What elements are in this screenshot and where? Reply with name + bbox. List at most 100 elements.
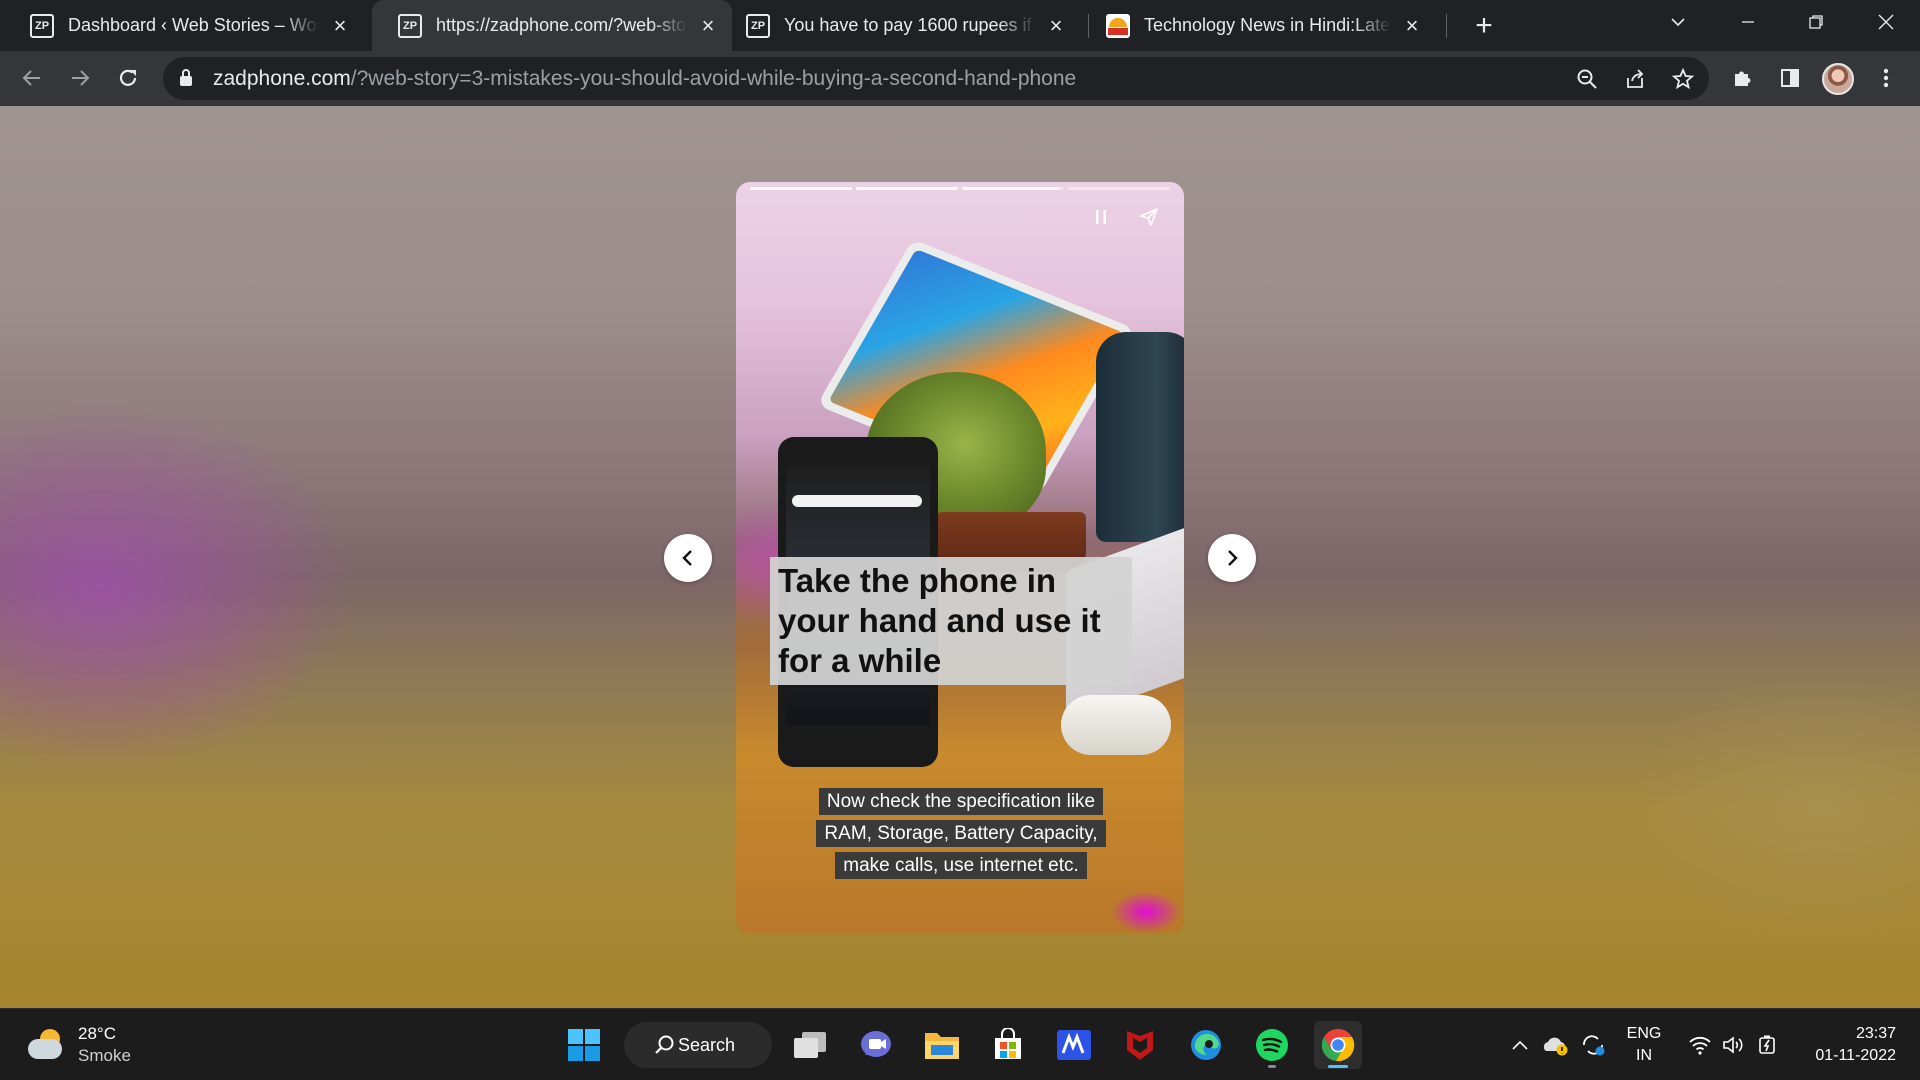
url-path: /?web-story=3-mistakes-you-should-avoid-… [350,67,1077,90]
spotify-button[interactable] [1248,1021,1296,1069]
address-bar[interactable]: zadphone.com/?web-story=3-mistakes-you-s… [163,57,1709,100]
chrome-button[interactable] [1314,1021,1362,1069]
file-explorer-button[interactable] [918,1021,966,1069]
new-tab-button[interactable]: + [1466,8,1502,44]
extensions-button[interactable] [1724,60,1760,96]
reload-icon [119,69,137,86]
chevron-down-icon [1671,18,1685,27]
chevron-up-icon [1512,1040,1528,1050]
task-view-button[interactable] [786,1021,834,1069]
chrome-icon [1321,1028,1355,1062]
bookmark-button[interactable] [1665,61,1701,97]
spotify-icon [1256,1029,1288,1061]
weather-widget[interactable]: 28°C Smoke [26,1023,131,1067]
minimize-icon [1742,21,1754,23]
side-panel-button[interactable] [1772,60,1808,96]
weather-temperature: 28°C [78,1024,116,1043]
subtext-line: Now check the specification like [818,788,1104,815]
progress-segment [962,187,1064,190]
wifi-icon [1689,1036,1711,1055]
battery-charging-icon [1759,1035,1775,1054]
taskbar: 28°C Smoke Search ENG IN 23:37 01-11-202… [0,1008,1920,1080]
onedrive-button[interactable] [1540,1031,1570,1059]
progress-segment [750,187,852,190]
previous-page-button[interactable] [664,534,712,582]
tab-pay-rupees[interactable]: ZP You have to pay 1600 rupees if you × [720,0,1080,51]
microsoft-store-button[interactable] [984,1021,1032,1069]
zadphone-favicon-icon: ZP [30,13,54,38]
tab-web-story[interactable]: ZP https://zadphone.com/?web-story=3-mis… [372,0,732,51]
tab-separator [1446,14,1447,38]
minimize-button[interactable] [1720,0,1776,44]
zadphone-favicon-icon: ZP [398,13,422,38]
pause-button[interactable] [1084,200,1118,234]
more-vertical-icon [1883,68,1889,88]
tab-technology-news[interactable]: Technology News in Hindi:Latest Tech × [1080,0,1436,51]
news-favicon-icon [1106,13,1130,38]
tab-title: https://zadphone.com/?web-story=3-mistak… [436,15,688,35]
story-heading: Take the phone in your hand and use it f… [770,557,1132,685]
region-code: IN [1636,1047,1652,1064]
story-subtext: Now check the specification like RAM, St… [796,786,1126,882]
system-clock[interactable]: 23:37 01-11-2022 [1800,1023,1896,1067]
teams-chat-button[interactable] [852,1021,900,1069]
share-story-button[interactable] [1132,200,1166,234]
close-tab-icon[interactable]: × [1402,13,1422,38]
tab-strip: ZP Dashboard ‹ Web Stories – WordPress ×… [0,0,1920,51]
pause-icon [1096,210,1106,224]
mcafee-button[interactable] [1116,1021,1164,1069]
app-m-button[interactable] [1050,1021,1098,1069]
star-icon [1672,68,1694,90]
url-host: zadphone.com [213,67,351,90]
active-indicator [1328,1065,1348,1068]
earbuds-case-image [1061,695,1171,755]
side-panel-icon [1781,69,1799,87]
tab-search-button[interactable] [1650,0,1706,44]
windows-logo-icon [568,1029,600,1061]
lock-icon[interactable] [179,69,193,87]
search-icon [655,1035,674,1054]
menu-button[interactable] [1868,60,1904,96]
start-button[interactable] [560,1021,608,1069]
wifi-button[interactable] [1686,1031,1714,1059]
story-progress [750,187,1170,190]
app-m-icon [1057,1030,1091,1060]
search-label: Search [678,1034,736,1055]
tab-dashboard[interactable]: ZP Dashboard ‹ Web Stories – WordPress × [4,0,364,51]
back-button[interactable] [14,60,50,96]
restore-button[interactable] [1788,0,1844,44]
language-indicator[interactable]: ENG IN [1622,1023,1666,1067]
taskbar-search[interactable]: Search [624,1022,772,1068]
forward-button[interactable] [62,60,98,96]
url-text: zadphone.com/?web-story=3-mistakes-you-s… [213,67,1076,91]
puzzle-icon [1735,71,1751,86]
cloud-warning-icon [1543,1037,1568,1056]
sync-icon [1583,1035,1605,1056]
volume-icon [1723,1036,1743,1054]
close-window-button[interactable] [1858,0,1914,44]
close-tab-icon[interactable]: × [698,13,718,38]
show-hidden-icons-button[interactable] [1508,1031,1532,1059]
reload-button[interactable] [110,60,146,96]
folder-icon [925,1033,959,1059]
tab-title: Technology News in Hindi:Latest Tech [1144,15,1392,35]
progress-segment [1068,187,1170,190]
zoom-button[interactable] [1569,61,1605,97]
restore-icon [1809,15,1823,29]
battery-button[interactable] [1754,1031,1782,1059]
share-button[interactable] [1617,61,1653,97]
zoom-out-icon [1577,69,1597,89]
zadphone-favicon-icon: ZP [746,13,770,38]
web-story-card[interactable]: Take the phone in your hand and use it f… [736,182,1184,934]
chat-icon [861,1031,891,1057]
close-tab-icon[interactable]: × [1046,13,1066,38]
partly-cloudy-icon [26,1027,66,1063]
arrow-left-icon [22,70,40,86]
close-tab-icon[interactable]: × [330,13,350,38]
browser-toolbar: zadphone.com/?web-story=3-mistakes-you-s… [0,51,1920,106]
volume-button[interactable] [1720,1031,1748,1059]
sync-button[interactable] [1578,1031,1608,1059]
profile-avatar[interactable] [1822,63,1854,95]
edge-button[interactable] [1182,1021,1230,1069]
next-page-button[interactable] [1208,534,1256,582]
